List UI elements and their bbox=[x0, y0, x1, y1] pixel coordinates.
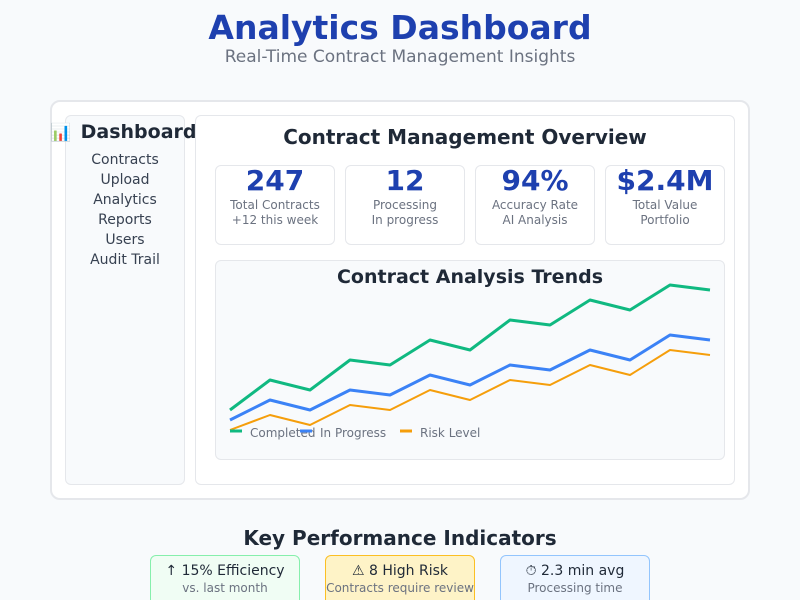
kpi-main: ⏱ 2.3 min avg bbox=[525, 563, 625, 579]
sidebar-title: 📊 Dashboard bbox=[50, 121, 197, 143]
sidebar-title-label: Dashboard bbox=[80, 121, 197, 143]
stat-value: $2.4M bbox=[616, 164, 714, 197]
stat-value: 247 bbox=[245, 164, 305, 197]
stat-label: Total Contracts bbox=[230, 198, 320, 212]
stat-label: Accuracy Rate bbox=[491, 198, 579, 212]
kpi-card-high-risk: ⚠ 8 High Risk Contracts require review bbox=[325, 555, 475, 600]
stat-label: Processing bbox=[372, 198, 438, 212]
kpi-sub: Processing time bbox=[527, 581, 623, 595]
sidebar-item-upload[interactable]: Upload bbox=[65, 170, 185, 190]
sidebar-item-users[interactable]: Users bbox=[65, 230, 185, 250]
overview-title: Contract Management Overview bbox=[283, 125, 647, 149]
stat-card-processing: 12 Processing In progress bbox=[345, 165, 465, 245]
sidebar-nav: Contracts Upload Analytics Reports Users… bbox=[65, 150, 185, 270]
page-subtitle: Real-Time Contract Management Insights bbox=[224, 47, 576, 67]
stat-card-total-contracts: 247 Total Contracts +12 this week bbox=[215, 165, 335, 245]
sidebar-item-audit-trail[interactable]: Audit Trail bbox=[65, 250, 185, 270]
stat-sub: AI Analysis bbox=[502, 213, 568, 227]
chart-title: Contract Analysis Trends bbox=[336, 266, 604, 288]
kpi-sub: vs. last month bbox=[182, 581, 268, 595]
sidebar-item-analytics[interactable]: Analytics bbox=[65, 190, 185, 210]
sidebar-item-reports[interactable]: Reports bbox=[65, 210, 185, 230]
kpi-title: Key Performance Indicators bbox=[243, 526, 557, 550]
kpi-main: ⚠ 8 High Risk bbox=[351, 563, 448, 579]
kpi-card-processing-time: ⏱ 2.3 min avg Processing time bbox=[500, 555, 650, 600]
kpi-card-efficiency: ↑ 15% Efficiency vs. last month bbox=[150, 555, 300, 600]
chart-panel bbox=[215, 260, 725, 460]
stat-value: 12 bbox=[385, 164, 425, 197]
stat-sub: In progress bbox=[371, 213, 439, 227]
stat-card-accuracy-rate: 94% Accuracy Rate AI Analysis bbox=[475, 165, 595, 245]
kpi-main: ↑ 15% Efficiency bbox=[165, 563, 285, 579]
chart-icon: 📊 bbox=[50, 123, 72, 143]
sidebar-item-contracts[interactable]: Contracts bbox=[65, 150, 185, 170]
stat-sub: +12 this week bbox=[231, 213, 319, 227]
page-title: Analytics Dashboard bbox=[208, 8, 592, 47]
kpi-sub: Contracts require review bbox=[326, 581, 474, 595]
stat-label: Total Value bbox=[632, 198, 698, 212]
stat-value: 94% bbox=[501, 164, 569, 197]
stat-card-total-value: $2.4M Total Value Portfolio bbox=[605, 165, 725, 245]
stat-sub: Portfolio bbox=[640, 213, 690, 227]
